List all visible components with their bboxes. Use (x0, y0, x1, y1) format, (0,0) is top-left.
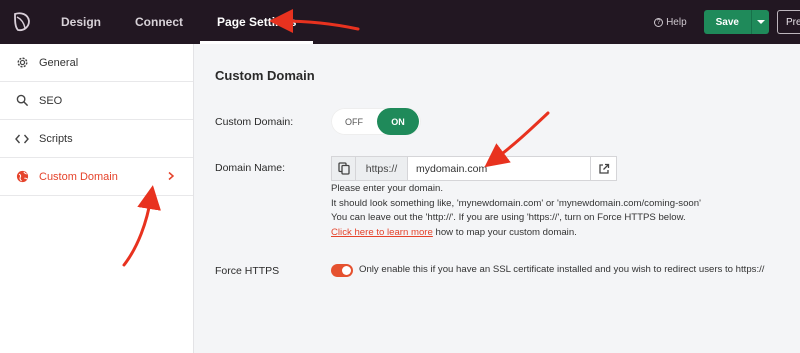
sidebar-item-scripts[interactable]: Scripts (0, 120, 193, 158)
copy-icon (337, 162, 350, 175)
save-button-group: Save (703, 10, 769, 34)
toggle-off-option[interactable]: OFF (331, 117, 377, 127)
top-bar: Design Connect Page Settings ? Help Save… (0, 0, 800, 44)
sidebar-item-label: Custom Domain (39, 170, 118, 183)
external-link-icon (598, 163, 609, 174)
help-label: Help (666, 16, 687, 28)
page-title: Custom Domain (215, 68, 315, 83)
toggle-on-option[interactable]: ON (377, 108, 419, 135)
custom-domain-toggle[interactable]: OFF ON (331, 108, 421, 135)
logo[interactable] (0, 0, 44, 44)
sidebar-item-custom-domain[interactable]: Custom Domain (0, 158, 193, 196)
custom-domain-label: Custom Domain: (215, 116, 294, 128)
domain-name-label: Domain Name: (215, 162, 286, 174)
help-line: It should look something like, 'mynewdom… (331, 197, 701, 209)
leaf-logo-icon (14, 12, 30, 32)
force-https-toggle[interactable] (331, 264, 353, 277)
force-https-label: Force HTTPS (215, 265, 280, 277)
sidebar: General SEO Scripts Custom Domain (0, 44, 194, 353)
help-line: You can leave out the 'http://'. If you … (331, 212, 686, 223)
learn-more-link[interactable]: Click here to learn more (331, 227, 433, 238)
question-icon: ? (654, 17, 664, 27)
save-options-button[interactable] (751, 10, 769, 34)
save-button[interactable]: Save (703, 10, 751, 34)
main-content: Custom Domain Custom Domain: OFF ON Doma… (195, 44, 800, 353)
force-https-note: Only enable this if you have an SSL cert… (359, 264, 765, 275)
copy-button[interactable] (332, 157, 356, 180)
sidebar-item-label: General (39, 56, 79, 69)
open-domain-button[interactable] (590, 157, 616, 180)
caret-down-icon (756, 20, 765, 24)
sidebar-item-label: Scripts (39, 132, 73, 145)
code-icon (15, 132, 29, 146)
search-icon (15, 94, 29, 108)
domain-help-text: Please enter your domain. It should look… (331, 182, 701, 240)
tab-page-settings[interactable]: Page Settings (200, 0, 314, 44)
protocol-prefix: https:// (356, 157, 408, 180)
sidebar-item-label: SEO (39, 94, 63, 107)
help-line: Click here to learn more how to map your… (331, 226, 701, 241)
tab-connect[interactable]: Connect (118, 0, 200, 44)
help-line: Please enter your domain. (331, 183, 443, 194)
sidebar-item-general[interactable]: General (0, 44, 193, 82)
globe-icon (15, 170, 29, 184)
domain-name-field: https:// (331, 156, 617, 181)
chevron-right-icon (168, 171, 175, 181)
domain-input[interactable] (408, 157, 590, 180)
gear-icon (15, 56, 29, 70)
help-link[interactable]: ? Help (654, 17, 687, 28)
preview-button[interactable]: Pre (777, 10, 800, 34)
sidebar-item-seo[interactable]: SEO (0, 82, 193, 120)
learn-more-suffix: how to map your custom domain. (432, 226, 577, 238)
tab-design[interactable]: Design (44, 0, 118, 44)
